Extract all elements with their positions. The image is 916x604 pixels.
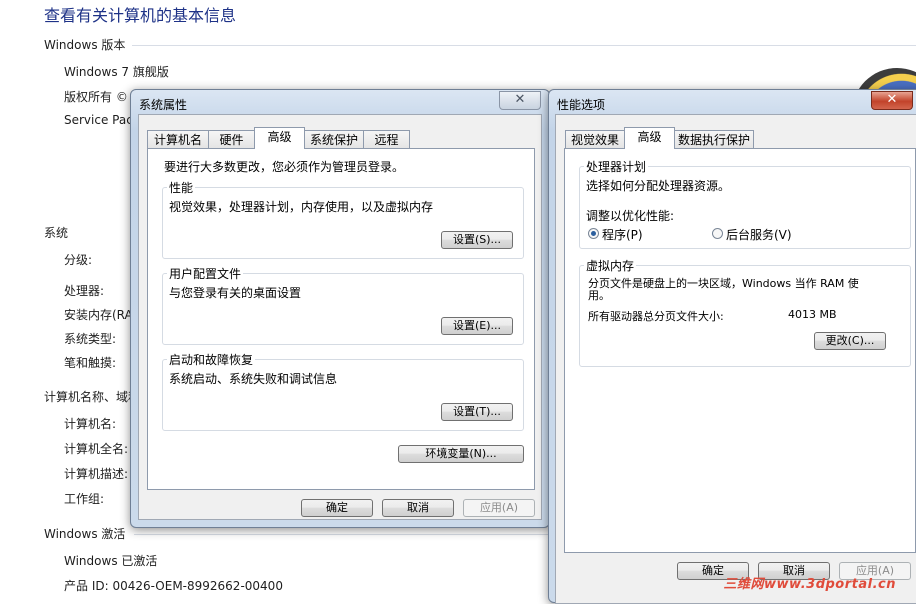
ok-button[interactable]: 确定 (301, 499, 373, 517)
dialog-client-area: 视觉效果 高级 数据执行保护 处理器计划 选择如何分配处理器资源。 调整以优化性… (555, 114, 916, 604)
pen-touch-label: 笔和触摸: (64, 356, 117, 370)
processor-description: 选择如何分配处理器资源。 (586, 179, 731, 193)
virtual-memory-group: 虚拟内存 分页文件是硬盘上的一块区域，Windows 当作 RAM 使 用。 所… (579, 257, 911, 367)
site-watermark: 三维网www.3dportal.cn (723, 577, 896, 592)
service-pack-label: Service Pac (64, 113, 133, 127)
performance-settings-button[interactable]: 设置(S)... (441, 231, 513, 249)
paging-total-label: 所有驱动器总分页文件大小: (588, 310, 724, 323)
system-properties-dialog: 系统属性 ✕ 计算机名 硬件 高级 系统保护 远程 要进行大多数更改，您必须作为… (130, 89, 550, 528)
cancel-button[interactable]: 取消 (382, 499, 454, 517)
activation-status: Windows 已激活 (64, 554, 158, 568)
edition-name: Windows 7 旗舰版 (64, 65, 169, 79)
startup-recovery-group: 启动和故障恢复 系统启动、系统失败和调试信息 设置(T)... (162, 351, 524, 431)
performance-group: 性能 视觉效果，处理器计划，内存使用，以及虚拟内存 设置(S)... (162, 179, 524, 259)
tab-system-protection[interactable]: 系统保护 (304, 130, 364, 149)
apply-button[interactable]: 应用(A) (463, 499, 535, 517)
section-computer-name: 计算机名称、域和 (44, 390, 141, 404)
group-label: 性能 (167, 179, 196, 196)
group-label: 虚拟内存 (584, 257, 637, 274)
dialog-title: 系统属性 (139, 98, 188, 112)
virtual-memory-description-cont: 用。 (588, 289, 610, 302)
group-label: 用户配置文件 (167, 265, 244, 282)
startup-description: 系统启动、系统失败和调试信息 (169, 372, 338, 386)
tab-advanced[interactable]: 高级 (624, 127, 675, 149)
advanced-tab-panel: 处理器计划 选择如何分配处理器资源。 调整以优化性能: 程序(P) 后台服务(V… (564, 148, 916, 553)
processor-scheduling-group: 处理器计划 选择如何分配处理器资源。 调整以优化性能: 程序(P) 后台服务(V… (579, 158, 911, 249)
adjust-label: 调整以优化性能: (586, 209, 675, 223)
change-virtual-memory-button[interactable]: 更改(C)... (814, 332, 886, 350)
processor-label: 处理器: (64, 284, 105, 298)
environment-variables-button[interactable]: 环境变量(N)... (398, 445, 524, 463)
system-type-label: 系统类型: (64, 332, 117, 346)
section-activation: Windows 激活 (44, 527, 126, 541)
performance-options-dialog: 性能选项 ✕ 视觉效果 高级 数据执行保护 处理器计划 选择如何分配处理器资源。… (548, 89, 916, 604)
advanced-tab-panel: 要进行大多数更改，您必须作为管理员登录。 性能 视觉效果，处理器计划，内存使用，… (147, 148, 535, 490)
radio-programs[interactable] (588, 228, 599, 239)
tab-remote[interactable]: 远程 (363, 130, 410, 149)
profile-settings-button[interactable]: 设置(E)... (441, 317, 513, 335)
tab-computer-name[interactable]: 计算机名 (147, 130, 209, 149)
close-button[interactable]: ✕ (871, 91, 913, 110)
dialog-client-area: 计算机名 硬件 高级 系统保护 远程 要进行大多数更改，您必须作为管理员登录。 … (138, 114, 542, 520)
workgroup-label: 工作组: (64, 492, 105, 506)
startup-settings-button[interactable]: 设置(T)... (441, 403, 513, 421)
radio-background-services[interactable] (712, 228, 723, 239)
section-windows-edition: Windows 版本 (44, 38, 126, 52)
copyright-label: 版权所有 © (64, 90, 128, 104)
profile-description: 与您登录有关的桌面设置 (169, 286, 302, 300)
admin-note: 要进行大多数更改，您必须作为管理员登录。 (164, 160, 405, 174)
computer-description-label: 计算机描述: (64, 467, 129, 481)
group-label: 处理器计划 (584, 158, 649, 175)
tab-advanced[interactable]: 高级 (254, 127, 305, 149)
tab-visual-effects[interactable]: 视觉效果 (565, 130, 625, 149)
section-divider (132, 45, 916, 46)
product-id: 产品 ID: 00426-OEM-8992662-00400 (64, 579, 283, 593)
close-button[interactable]: ✕ (499, 91, 541, 110)
tab-data-execution-prevention[interactable]: 数据执行保护 (674, 130, 754, 149)
page-title: 查看有关计算机的基本信息 (44, 6, 237, 25)
paging-total-value: 4013 MB (788, 308, 837, 321)
performance-description: 视觉效果，处理器计划，内存使用，以及虚拟内存 (169, 200, 434, 214)
dialog-title: 性能选项 (557, 98, 606, 112)
section-system: 系统 (44, 226, 69, 240)
tab-hardware[interactable]: 硬件 (208, 130, 255, 149)
virtual-memory-description: 分页文件是硬盘上的一块区域，Windows 当作 RAM 使 (588, 277, 859, 290)
background-services-label[interactable]: 后台服务(V) (726, 226, 792, 243)
programs-label[interactable]: 程序(P) (602, 226, 643, 243)
user-profiles-group: 用户配置文件 与您登录有关的桌面设置 设置(E)... (162, 265, 524, 345)
rating-label: 分级: (64, 253, 93, 267)
full-computer-name-label: 计算机全名: (64, 442, 129, 456)
group-label: 启动和故障恢复 (167, 351, 256, 368)
computer-name-label: 计算机名: (64, 417, 117, 431)
